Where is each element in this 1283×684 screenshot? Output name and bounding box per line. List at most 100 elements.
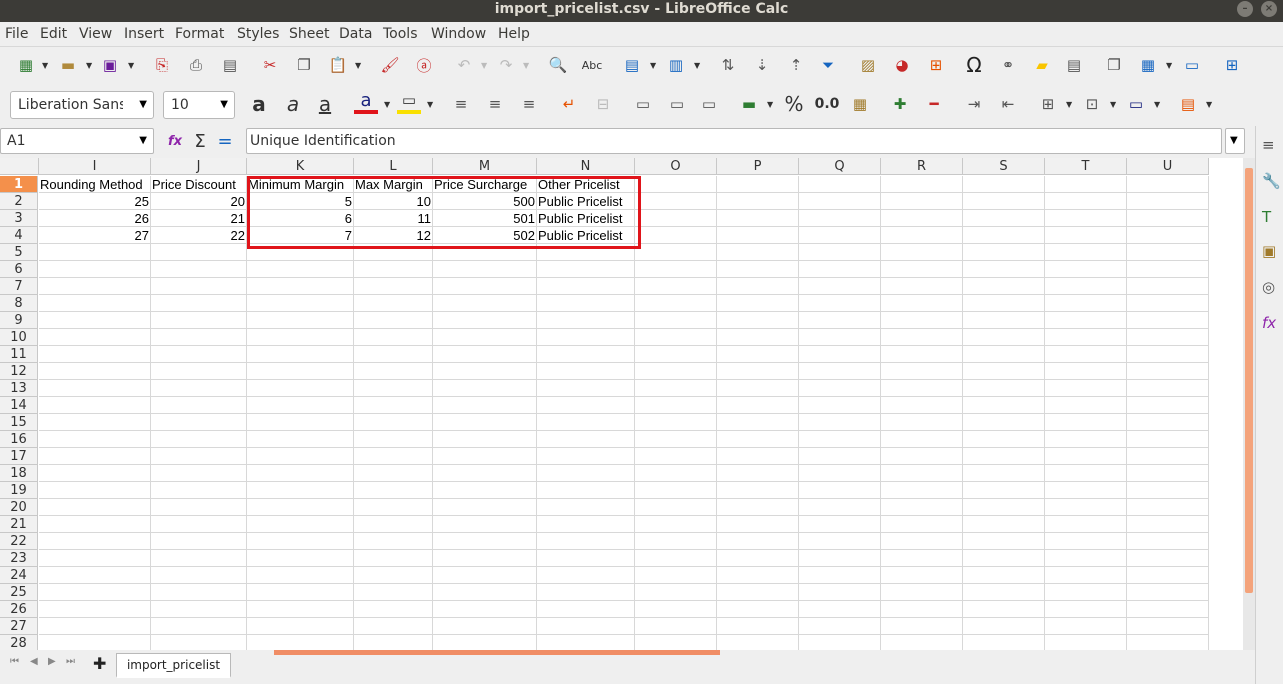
cell[interactable] (1045, 363, 1127, 380)
cell[interactable] (247, 584, 354, 601)
spelling-icon[interactable]: Abc (580, 53, 604, 77)
cell[interactable] (881, 448, 963, 465)
align-middle-icon[interactable]: ▭ (665, 92, 689, 116)
cell[interactable] (537, 329, 635, 346)
cell[interactable]: Public Pricelist (537, 227, 635, 244)
cell[interactable] (963, 618, 1045, 635)
cell[interactable] (881, 312, 963, 329)
cell[interactable] (1045, 635, 1127, 650)
cell[interactable] (247, 363, 354, 380)
cell[interactable] (799, 261, 881, 278)
cell[interactable] (799, 312, 881, 329)
insert-image-icon[interactable]: ▨ (856, 53, 880, 77)
cell[interactable] (717, 618, 799, 635)
cell[interactable] (151, 499, 247, 516)
cell[interactable] (151, 380, 247, 397)
column-header[interactable]: U (1127, 158, 1209, 175)
cell[interactable] (433, 414, 537, 431)
cell[interactable] (537, 278, 635, 295)
border-style-icon[interactable]: ⊡ (1080, 92, 1104, 116)
cell[interactable] (717, 244, 799, 261)
cell[interactable] (151, 635, 247, 650)
font-color-icon[interactable]: a (354, 90, 378, 114)
align-right-icon[interactable]: ≡ (517, 92, 541, 116)
cell[interactable]: 27 (39, 227, 151, 244)
cell[interactable] (635, 363, 717, 380)
column-header[interactable]: T (1045, 158, 1127, 175)
row-header[interactable]: 10 (0, 329, 38, 346)
cell[interactable] (247, 448, 354, 465)
paste-dropdown-icon[interactable]: ▼ (355, 61, 361, 70)
sort-ascending-icon[interactable]: ⇣ (750, 53, 774, 77)
row-header[interactable]: 3 (0, 210, 38, 227)
cell[interactable] (881, 482, 963, 499)
cell[interactable] (247, 618, 354, 635)
cell[interactable] (881, 533, 963, 550)
new-dropdown-icon[interactable]: ▼ (42, 61, 48, 70)
cell[interactable] (1045, 499, 1127, 516)
cell[interactable] (433, 261, 537, 278)
cell[interactable] (635, 482, 717, 499)
cell[interactable] (635, 448, 717, 465)
column-header[interactable]: Q (799, 158, 881, 175)
cell[interactable] (433, 431, 537, 448)
row-header[interactable]: 14 (0, 397, 38, 414)
pivot-table-icon[interactable]: ⊞ (924, 53, 948, 77)
cell[interactable] (1127, 380, 1209, 397)
cell[interactable] (717, 431, 799, 448)
cell[interactable] (963, 567, 1045, 584)
cell[interactable] (151, 346, 247, 363)
cell[interactable]: 6 (247, 210, 354, 227)
cell[interactable] (1045, 567, 1127, 584)
cell[interactable] (39, 567, 151, 584)
cell[interactable] (881, 550, 963, 567)
cell[interactable] (537, 244, 635, 261)
cell[interactable] (635, 244, 717, 261)
cell[interactable] (717, 278, 799, 295)
freeze-dropdown-icon[interactable]: ▼ (1166, 61, 1172, 70)
cell[interactable] (799, 618, 881, 635)
cell[interactable] (1045, 533, 1127, 550)
cell[interactable] (799, 244, 881, 261)
cell[interactable] (433, 397, 537, 414)
cell[interactable] (881, 584, 963, 601)
sheet-tab[interactable]: import_pricelist (116, 653, 231, 678)
cell[interactable] (1045, 176, 1127, 193)
cell[interactable] (963, 210, 1045, 227)
expand-formula-button[interactable]: ▼ (1225, 128, 1245, 154)
cell[interactable] (433, 482, 537, 499)
cut-icon[interactable]: ✂ (258, 53, 282, 77)
border-color-icon[interactable]: ▭ (1124, 92, 1148, 116)
copy-icon[interactable]: ❐ (292, 53, 316, 77)
open-folder-icon[interactable]: ▬ (56, 53, 80, 77)
cell[interactable] (963, 346, 1045, 363)
row-header[interactable]: 5 (0, 244, 38, 261)
cell[interactable] (1045, 618, 1127, 635)
cell[interactable]: Minimum Margin (247, 176, 354, 193)
border-style-dropdown-icon[interactable]: ▼ (1110, 100, 1116, 109)
print-icon[interactable]: ⎙ (184, 53, 208, 77)
cell[interactable] (247, 601, 354, 618)
date-format-icon[interactable]: ▦ (848, 92, 872, 116)
cell[interactable] (799, 550, 881, 567)
cell[interactable] (537, 448, 635, 465)
cell[interactable] (963, 584, 1045, 601)
hyperlink-icon[interactable]: ⚭ (996, 53, 1020, 77)
cell[interactable] (354, 533, 433, 550)
cell[interactable] (1127, 584, 1209, 601)
cell[interactable] (39, 635, 151, 650)
cell[interactable] (151, 312, 247, 329)
cell[interactable] (963, 550, 1045, 567)
split-window-icon[interactable]: ▭ (1180, 53, 1204, 77)
cell[interactable] (247, 635, 354, 650)
cell[interactable] (881, 465, 963, 482)
cell[interactable] (799, 601, 881, 618)
minimize-button[interactable]: – (1237, 1, 1253, 17)
cell[interactable] (537, 431, 635, 448)
row-header[interactable]: 22 (0, 533, 38, 550)
cell[interactable] (247, 261, 354, 278)
cell[interactable] (963, 261, 1045, 278)
currency-dropdown-icon[interactable]: ▼ (767, 100, 773, 109)
cell[interactable] (1045, 601, 1127, 618)
cell[interactable] (881, 346, 963, 363)
